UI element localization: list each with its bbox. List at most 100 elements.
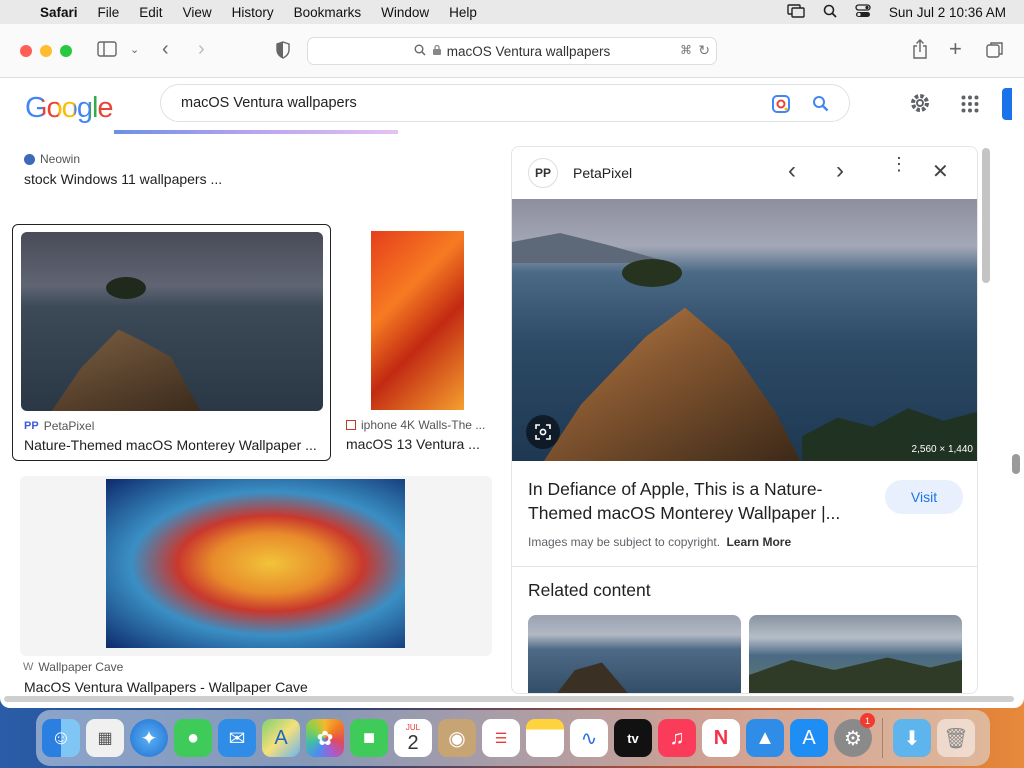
address-bar[interactable]: macOS Ventura wallpapers ⌘ ↻ [307, 37, 717, 65]
contacts-icon[interactable]: ◉ [438, 719, 476, 757]
result-thumbnail[interactable] [106, 479, 405, 648]
screen-mirroring-icon[interactable] [787, 3, 805, 21]
menu-file[interactable]: File [98, 5, 120, 20]
preview-rock [542, 307, 802, 461]
panel-source[interactable]: PetaPixel [573, 165, 632, 181]
facetime-icon[interactable]: ■ [350, 719, 388, 757]
menu-history[interactable]: History [232, 5, 274, 20]
google-search-icon[interactable] [812, 95, 829, 116]
image-results: Neowin stock Windows 11 wallpapers ... P… [0, 130, 505, 696]
music-icon[interactable]: ♫ [658, 719, 696, 757]
preview-tree [622, 259, 682, 287]
photos-icon[interactable]: ✿ [306, 719, 344, 757]
copyright-note: Images may be subject to copyright. Lear… [528, 535, 791, 549]
learn-more-link[interactable]: Learn More [726, 535, 791, 549]
apple-tv-label: tv [627, 730, 639, 746]
google-lens-search-icon[interactable] [526, 415, 560, 449]
dock-separator [882, 718, 883, 758]
calendar-day: 2 [407, 731, 419, 754]
panel-title[interactable]: In Defiance of Apple, This is a Nature-T… [528, 477, 858, 525]
horizontal-scrollbar[interactable] [4, 696, 1014, 702]
back-icon[interactable]: ‹ [162, 38, 169, 61]
petapixel-logo-icon: PP [528, 158, 558, 188]
result-thumbnail[interactable] [21, 232, 323, 411]
minimize-window-button[interactable] [40, 45, 52, 57]
notes-icon[interactable] [526, 719, 564, 757]
system-settings-icon[interactable]: ⚙ 1 [834, 713, 875, 757]
sidebar-toggle-icon[interactable] [97, 41, 117, 62]
apps-grid-icon[interactable] [961, 95, 979, 118]
menu-clock[interactable]: Sun Jul 2 10:36 AM [889, 5, 1006, 20]
result-card-iphone-walls[interactable]: iphone 4K Walls-The ... macOS 13 Ventura… [343, 224, 493, 461]
close-window-button[interactable] [20, 45, 32, 57]
spotlight-search-icon[interactable] [823, 4, 837, 21]
browser-toolbar: ⌄ ‹ › macOS Ventura wallpapers ⌘ ↻ + [0, 24, 1024, 78]
account-button-edge[interactable] [1002, 88, 1012, 120]
menu-edit[interactable]: Edit [139, 5, 162, 20]
zoom-window-button[interactable] [60, 45, 72, 57]
keynote-icon[interactable]: ▲ [746, 719, 784, 757]
result-source: PetaPixel [43, 419, 95, 433]
google-header: Google macOS Ventura wallpapers [0, 78, 1024, 130]
share-icon[interactable] [912, 39, 928, 64]
news-icon[interactable]: N [702, 719, 740, 757]
more-options-icon[interactable]: ⋮ [890, 155, 908, 173]
new-tab-icon[interactable]: + [949, 36, 962, 62]
result-thumbnail[interactable] [114, 130, 398, 134]
reminders-icon[interactable]: ☰ [482, 719, 520, 757]
next-image-icon[interactable]: › [836, 157, 844, 185]
related-thumbnail[interactable] [528, 615, 741, 693]
maps-icon[interactable]: A [262, 719, 300, 757]
visit-button[interactable]: Visit [885, 480, 963, 514]
safari-icon[interactable]: ✦ [130, 719, 168, 757]
reload-icon[interactable]: ↻ [698, 42, 710, 59]
related-trees [749, 657, 962, 693]
menu-help[interactable]: Help [449, 5, 477, 20]
translate-icon[interactable]: ⌘ [680, 43, 692, 57]
result-thumbnail[interactable] [371, 231, 464, 410]
menu-app-name[interactable]: Safari [40, 5, 78, 20]
apple-tv-icon[interactable]: tv [614, 719, 652, 757]
tab-overview-icon[interactable] [986, 41, 1004, 64]
control-center-icon[interactable] [855, 3, 871, 21]
mail-icon[interactable]: ✉ [218, 719, 256, 757]
menu-bar: Safari File Edit View History Bookmarks … [0, 0, 1024, 24]
trash-icon[interactable]: 🗑 [937, 719, 975, 757]
settings-gear-icon[interactable] [909, 92, 931, 119]
result-title[interactable]: Nature-Themed macOS Monterey Wallpaper .… [24, 437, 324, 453]
google-logo[interactable]: Google [25, 92, 114, 125]
forward-icon[interactable]: › [198, 38, 205, 61]
result-card-wallpaper-cave[interactable]: W Wallpaper Cave MacOS Ventura Wallpaper… [20, 476, 492, 696]
downloads-folder-icon[interactable]: ⬇ [893, 719, 931, 757]
app-store-icon[interactable]: A [790, 719, 828, 757]
menu-bookmarks[interactable]: Bookmarks [294, 5, 362, 20]
neowin-favicon-icon [24, 153, 35, 165]
previous-image-icon[interactable]: ‹ [788, 157, 796, 185]
menu-view[interactable]: View [183, 5, 212, 20]
close-panel-icon[interactable]: ✕ [932, 159, 949, 184]
calendar-icon[interactable]: JUL 2 [394, 719, 432, 757]
freeform-icon[interactable]: ∿ [570, 719, 608, 757]
lens-icon[interactable] [771, 94, 791, 118]
messages-icon[interactable]: ● [174, 719, 212, 757]
result-title[interactable]: MacOS Ventura Wallpapers - Wallpaper Cav… [24, 679, 484, 695]
related-thumbnail[interactable] [749, 615, 962, 693]
result-card-petapixel[interactable]: PP PetaPixel Nature-Themed macOS Montere… [12, 224, 331, 461]
launchpad-icon[interactable]: ▦ [86, 719, 124, 757]
result-title[interactable]: macOS 13 Ventura ... [346, 436, 491, 452]
privacy-shield-icon[interactable] [275, 41, 291, 64]
result-source: Neowin [40, 152, 81, 166]
result-title[interactable]: stock Windows 11 wallpapers ... [24, 171, 324, 187]
dock: ☺ ▦ ✦ ● ✉ A ✿ ■ JUL 2 ◉ ☰ ∿ tv ♫ N ▲ A ⚙… [36, 710, 990, 766]
google-search-input[interactable]: macOS Ventura wallpapers [160, 84, 850, 122]
scrollbar-thumb[interactable] [982, 148, 990, 283]
preview-image[interactable]: 2,560 × 1,440 [512, 199, 977, 461]
finder-icon[interactable]: ☺ [42, 719, 80, 757]
iphone-walls-favicon-icon [346, 420, 356, 430]
settings-badge: 1 [860, 713, 875, 728]
tab-group-chevron-icon[interactable]: ⌄ [130, 43, 139, 56]
panel-scrollbar[interactable] [982, 146, 990, 696]
page-scrollbar-thumb[interactable] [1012, 454, 1020, 474]
menu-window[interactable]: Window [381, 5, 429, 20]
panel-header: PP PetaPixel ‹ › ⋮ ✕ [512, 147, 977, 199]
